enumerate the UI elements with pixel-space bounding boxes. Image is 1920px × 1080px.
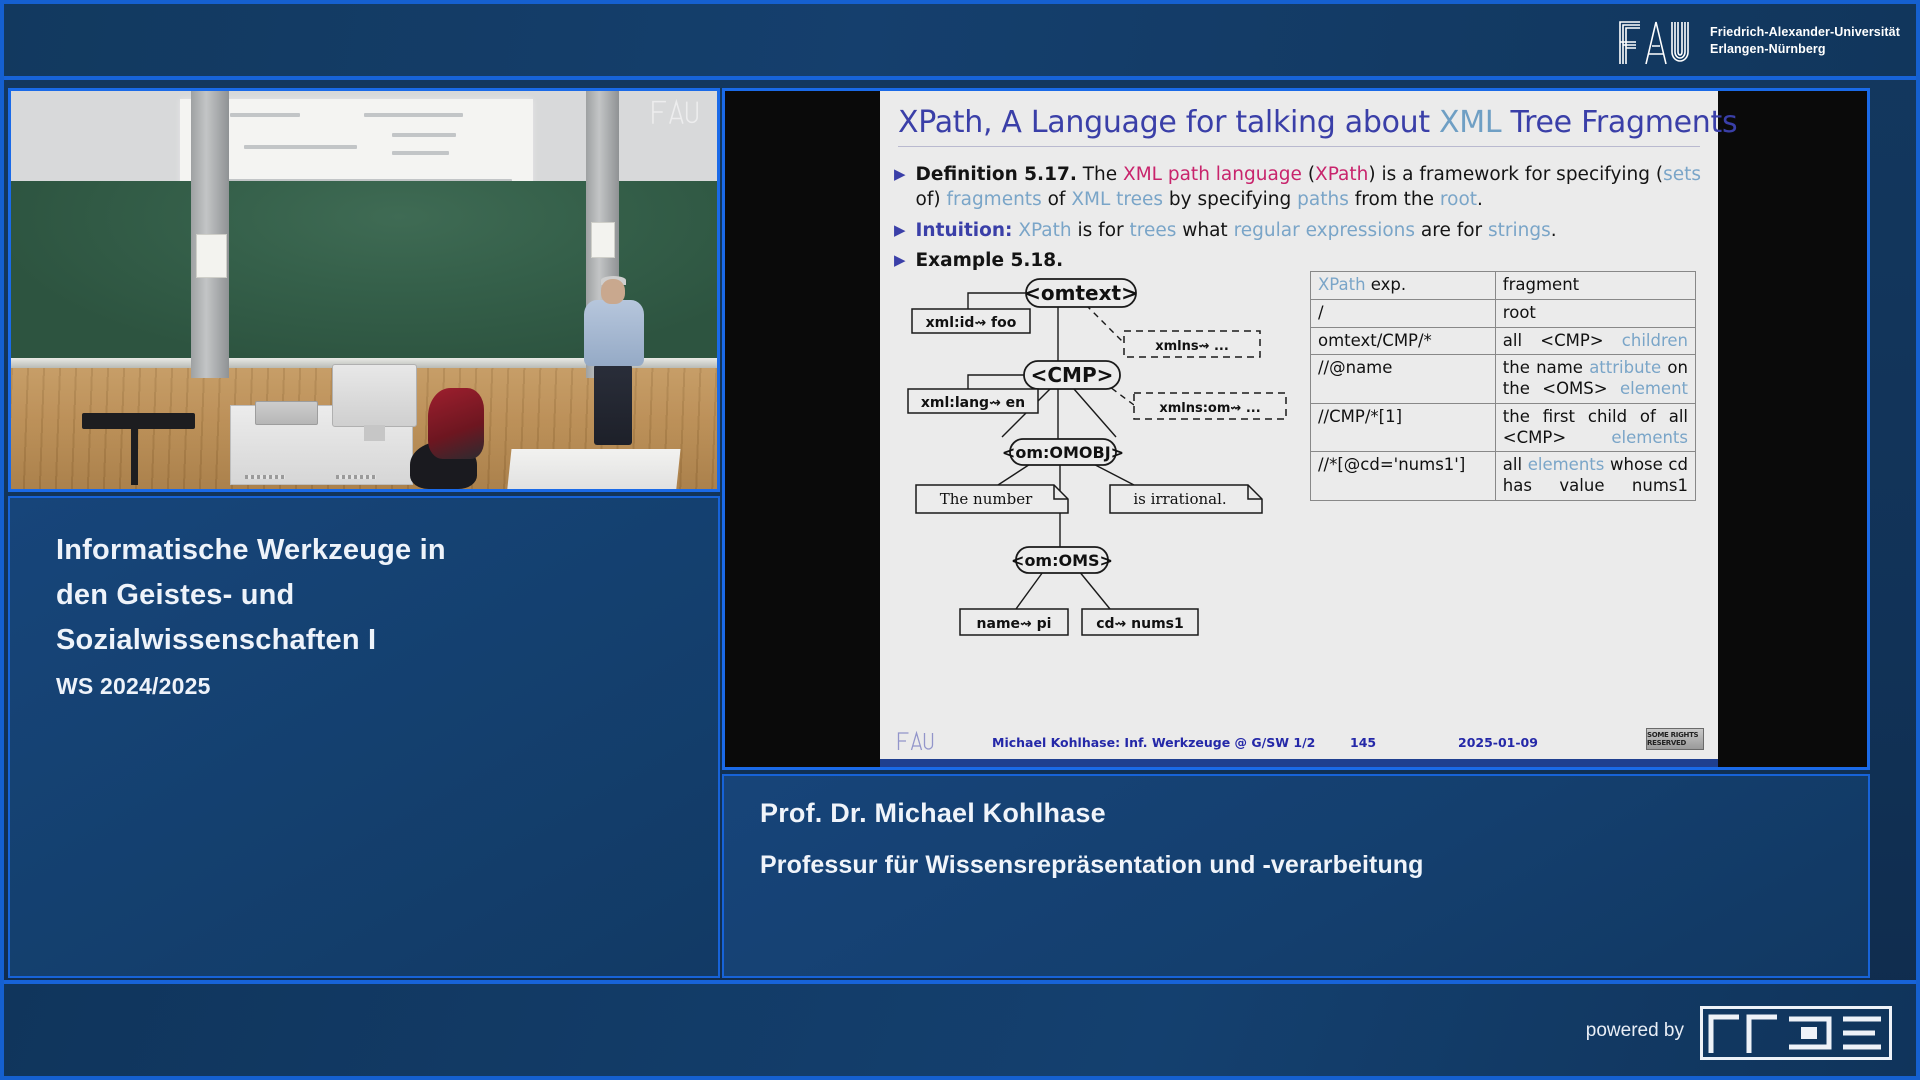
desk-monitor [332, 363, 417, 428]
bullet-intuition-lead: Intuition: [915, 219, 1013, 241]
speaker-chair: Professur für Wissensrepräsentation und … [760, 851, 1424, 879]
page-footer: powered by [4, 980, 1916, 1076]
table-row: omtext/CMP/* all <CMP> children [1310, 326, 1697, 356]
lecture-player-page: Friedrich-Alexander-Universität Erlangen… [0, 0, 1920, 1080]
table-header-fragment: fragment [1494, 271, 1697, 300]
presenter-body [584, 300, 644, 366]
lecture-hall-scene [11, 91, 717, 489]
course-title-line1: Informatische Werkzeuge in [56, 534, 446, 566]
table-cell-expr: / [1310, 298, 1496, 328]
speaker-info-panel: Prof. Dr. Michael Kohlhase Professur für… [722, 774, 1870, 978]
table-cell-expr: //@name [1310, 354, 1496, 404]
bullet-definition-text: Definition 5.17. The XML path language (… [915, 164, 1702, 210]
slide-title-part2: Tree Fragments [1501, 105, 1738, 140]
wall-notice-right [591, 222, 616, 259]
red-coat [427, 387, 484, 460]
course-title-line3: Sozialwissenschaften I [56, 623, 377, 656]
presenter-head [601, 278, 626, 304]
bullet-definition-lead: Definition 5.17. [915, 164, 1077, 185]
fau-logo-icon [1619, 21, 1689, 65]
tree-attr-xmlns: xmlns⇝ ... [1155, 339, 1229, 354]
wall-notice-left [195, 234, 228, 279]
table-row: / root [1310, 298, 1697, 328]
table-row: //@name the name attribute on the <OMS> … [1310, 354, 1697, 404]
speaker-name: Prof. Dr. Michael Kohlhase [760, 798, 1106, 828]
rrze-logo-svg [1708, 1014, 1881, 1053]
slide-title-part1: XPath, A Language for talking about [898, 105, 1440, 140]
xpath-examples-table: XPath exp. fragment / root omtext/CMP/* … [1310, 271, 1697, 502]
tree-node-cmp: <CMP> [1031, 363, 1114, 387]
table-cell-expr: //*[@cd='nums1'] [1310, 451, 1496, 502]
slide-footer-citation: Michael Kohlhase: Inf. Werkzeuge @ G/SW … [992, 735, 1316, 750]
bullet-marker-icon: ▶ [894, 165, 906, 183]
slide-bottom-bar [880, 759, 1718, 767]
tree-node-oms: <om:OMS> [1011, 551, 1113, 570]
table-cell-fragment: all elements whose cd has value nums1 [1494, 451, 1697, 502]
tree-node-omobj: <om:OMOBJ> [1002, 443, 1124, 462]
course-title: Informatische Werkzeuge in den Geistes- … [56, 528, 690, 663]
table-header-expr: XPath exp. [1310, 271, 1496, 300]
powered-by-label: powered by [1585, 1020, 1684, 1041]
table-cell-expr: omtext/CMP/* [1310, 326, 1496, 356]
fau-branding: Friedrich-Alexander-Universität Erlangen… [1616, 16, 1900, 66]
tree-attr-name: name⇝ pi [977, 616, 1052, 632]
page-header: Friedrich-Alexander-Universität Erlangen… [4, 4, 1916, 80]
slide-title: XPath, A Language for talking about XML … [898, 105, 1738, 140]
cc-badge-text: SOME RIGHTS RESERVED [1647, 731, 1699, 747]
slide-bullet-list: ▶ Definition 5.17. The XML path language… [894, 163, 1706, 280]
table-cell-fragment: root [1494, 298, 1697, 328]
xml-tree-svg: <omtext> xml:id⇝ foo xmlns⇝ ... <CMP> xm… [907, 278, 1287, 636]
microphone-stand [81, 413, 195, 430]
table-cell-expr: //CMP/*[1] [1310, 402, 1496, 453]
presenter-legs [594, 361, 633, 446]
course-title-line2: den Geistes- und [56, 578, 295, 611]
fau-name-line2: Erlangen-Nürnberg [1710, 42, 1826, 56]
table-cell-fragment: all <CMP> children [1494, 326, 1697, 356]
fau-university-name: Friedrich-Alexander-Universität Erlangen… [1710, 24, 1900, 59]
side-table [506, 449, 681, 489]
tree-attr-xml-id: xml:id⇝ foo [926, 315, 1017, 331]
video-fau-watermark-icon [652, 99, 698, 124]
laptop [254, 401, 319, 426]
tree-text-right: is irrational. [1133, 490, 1226, 508]
tree-text-left: The number [940, 490, 1033, 508]
slide-content: XPath, A Language for talking about XML … [880, 91, 1738, 767]
tree-node-omtext: <omtext> [1024, 281, 1138, 305]
table-row: //CMP/*[1] the first child of all <CMP> … [1310, 402, 1697, 453]
fau-name-line1: Friedrich-Alexander-Universität [1710, 24, 1900, 39]
camera-video-panel[interactable] [8, 88, 720, 492]
tree-attr-xmlns-om: xmlns:om⇝ ... [1159, 401, 1260, 416]
bullet-intuition-text: Intuition: XPath is for trees what regul… [915, 219, 1557, 241]
table-row: //*[@cd='nums1'] all elements whose cd h… [1310, 451, 1697, 502]
course-term: WS 2024/2025 [56, 672, 211, 699]
slide-footer-date: 2025-01-09 [1458, 735, 1538, 750]
tree-attr-cd: cd⇝ nums1 [1096, 616, 1184, 632]
slide-footer-fau-icon [897, 731, 934, 751]
slide-video-panel[interactable]: XPath, A Language for talking about XML … [722, 88, 1870, 770]
table-header-row: XPath exp. fragment [1310, 271, 1697, 300]
microphone-pole [131, 425, 139, 485]
tree-attr-xml-lang: xml:lang⇝ en [921, 395, 1025, 411]
creative-commons-badge-icon: SOME RIGHTS RESERVED [1646, 728, 1704, 750]
slide-footer-page-number: 145 [1350, 735, 1377, 750]
monitor-stand [364, 425, 386, 442]
bullet-intuition: ▶ Intuition: XPath is for trees what reg… [894, 219, 1706, 244]
slide-footer: Michael Kohlhase: Inf. Werkzeuge @ G/SW … [880, 727, 1718, 757]
bullet-definition: ▶ Definition 5.17. The XML path language… [894, 163, 1706, 213]
course-info-panel: Informatische Werkzeuge in den Geistes- … [8, 496, 720, 978]
xml-tree-diagram: <omtext> xml:id⇝ foo xmlns⇝ ... <CMP> xm… [898, 269, 1290, 699]
title-underline [898, 146, 1700, 147]
slide-title-xml: XML [1439, 105, 1502, 140]
table-cell-fragment: the name attribute on the <OMS> element [1494, 354, 1697, 404]
bullet-marker-icon: ▶ [894, 220, 906, 239]
table-cell-fragment: the first child of all <CMP> elements [1494, 402, 1697, 453]
rrze-logo-icon [1700, 1006, 1892, 1060]
